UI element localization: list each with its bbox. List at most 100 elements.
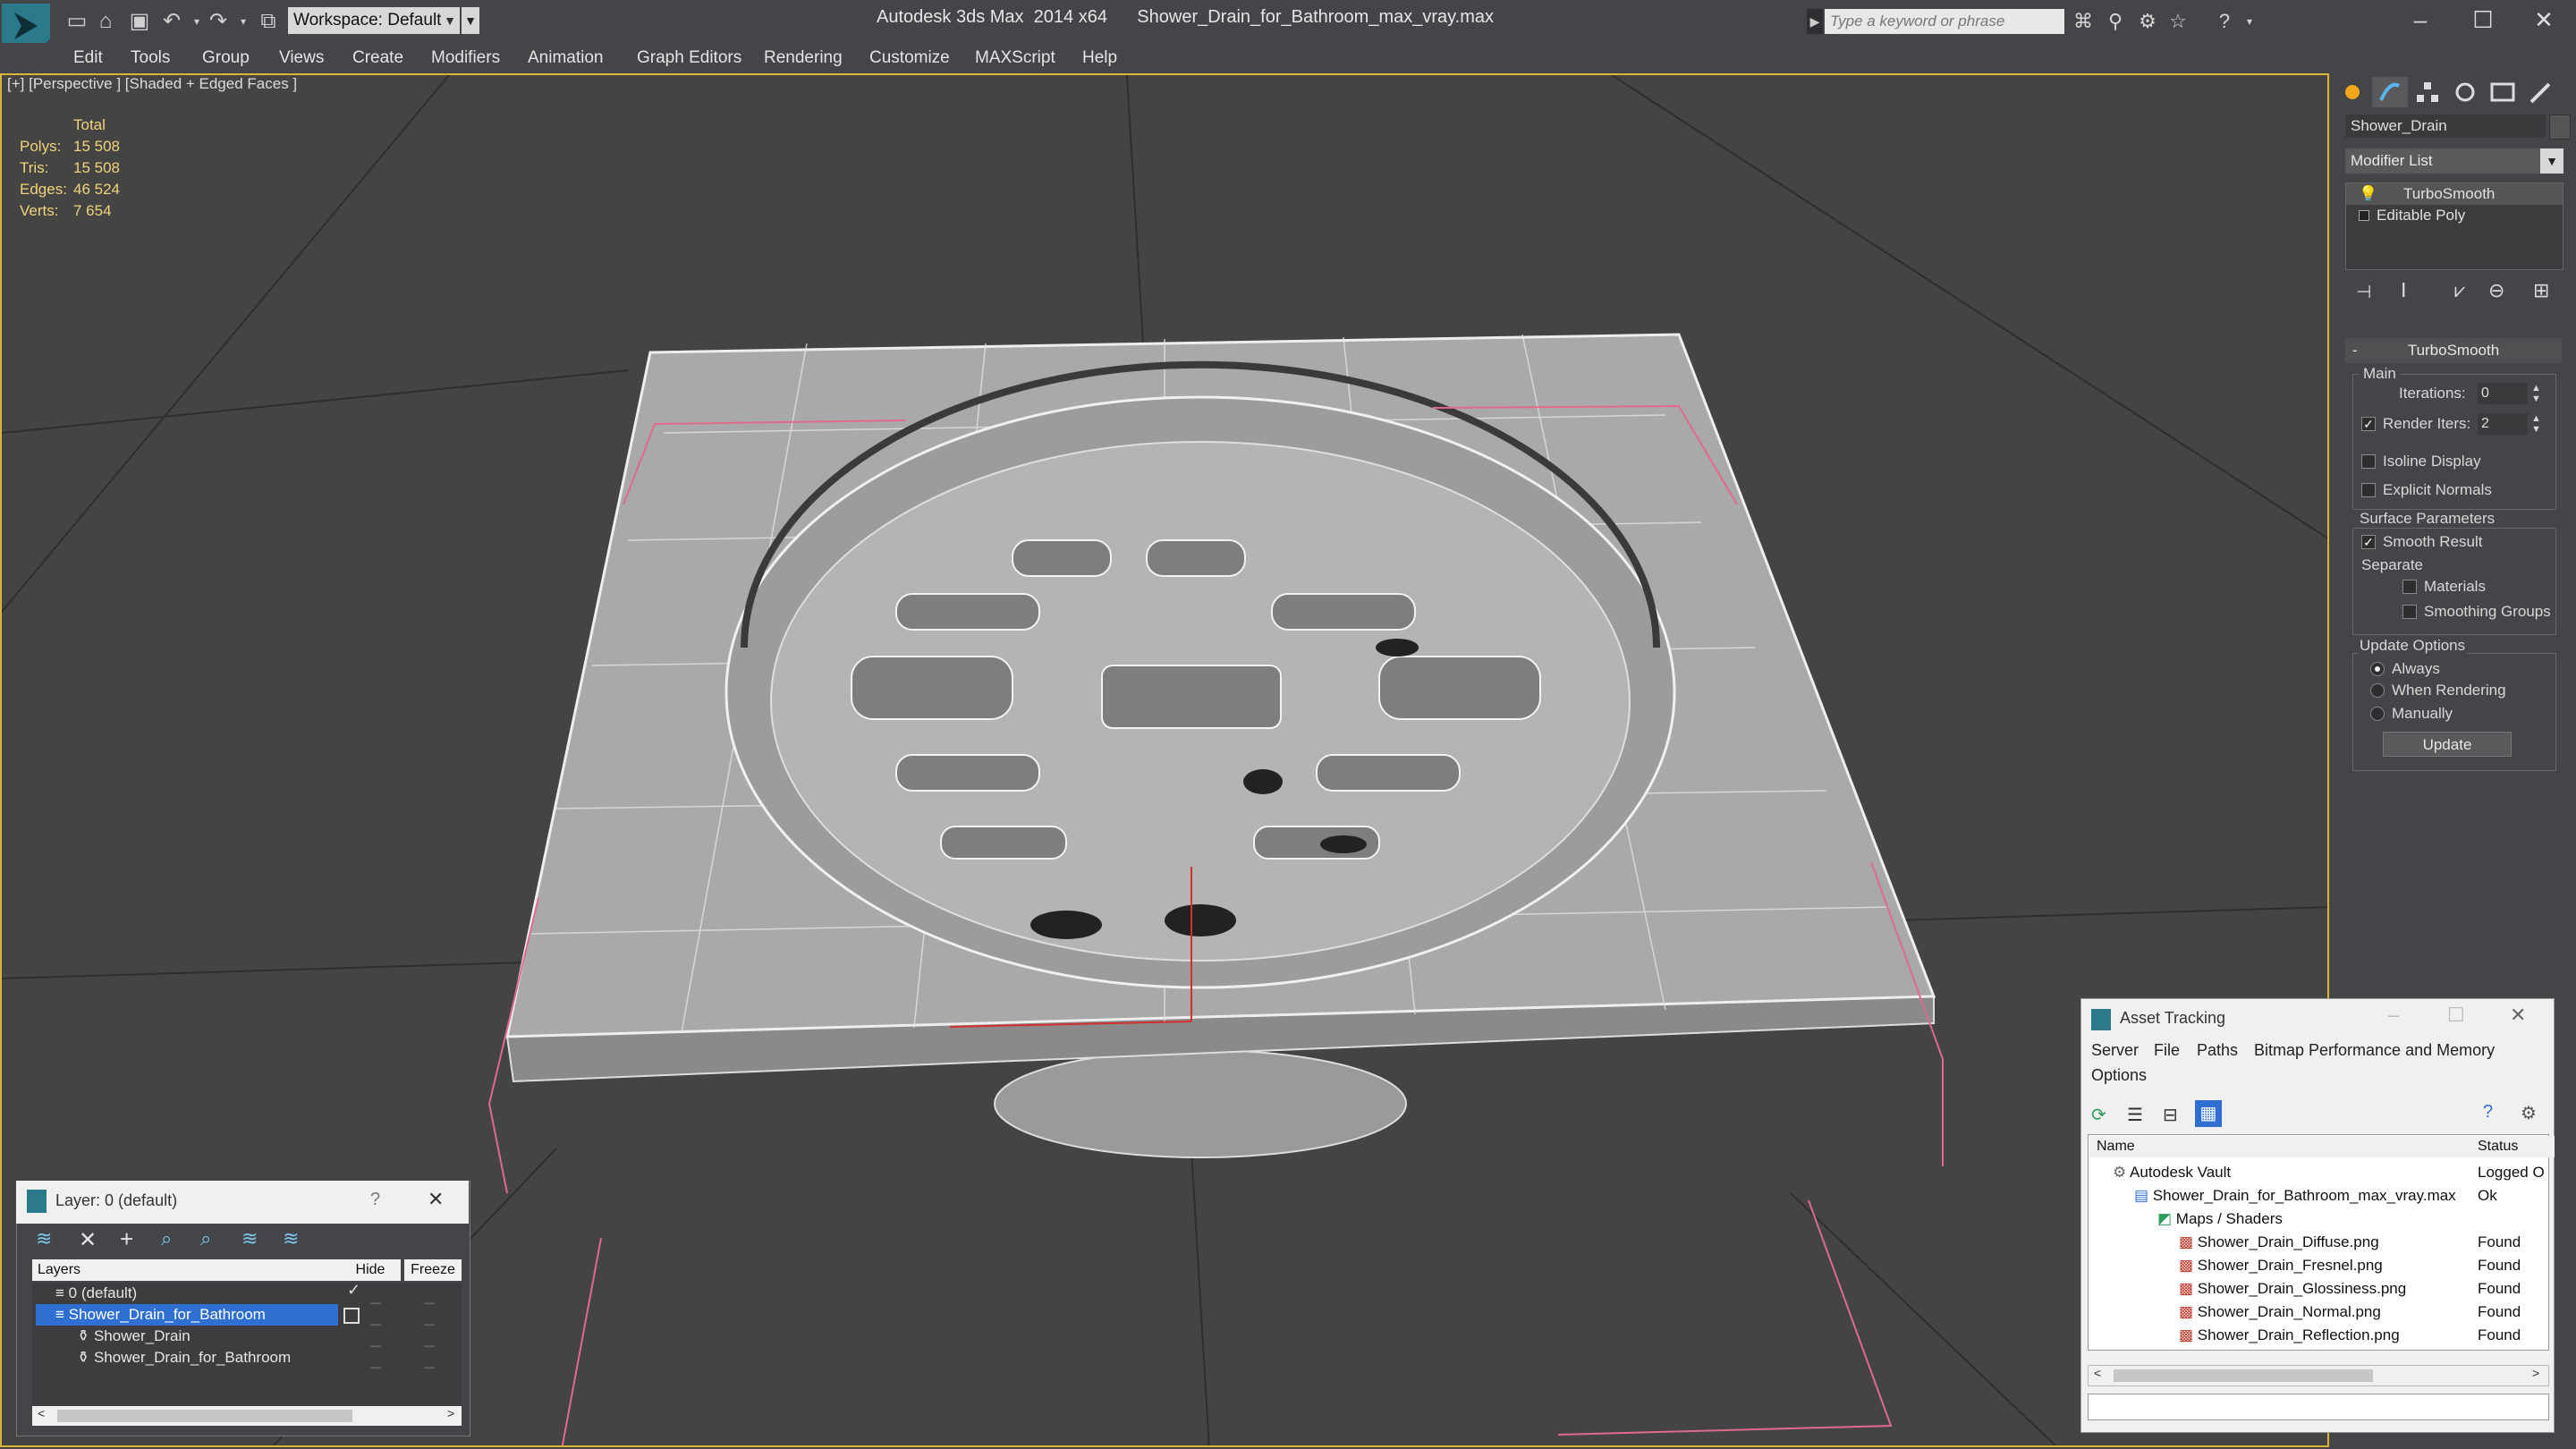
subscription-icon[interactable]: ⚲ [2102,9,2129,34]
table-row[interactable]: ▩ Shower_Drain_Reflection.png [2179,1324,2400,1347]
always-radio[interactable] [2370,662,2385,676]
viewport-label[interactable]: [+] [Perspective ] [Shaded + Edged Faces… [7,75,297,93]
delete-layer-icon[interactable]: ✕ [79,1227,97,1253]
display-tab-icon[interactable] [2485,77,2521,107]
project-folder-icon[interactable]: ⧉ [256,9,281,34]
list-item[interactable]: ⚱ Shower_Drain_for_Bathroom [77,1347,345,1368]
lightbulb-icon[interactable]: 💡 [2359,183,2377,205]
smoothing-groups-checkbox[interactable] [2402,605,2417,619]
remove-modifier-icon[interactable]: ⊖ [2488,279,2504,302]
open-file-icon[interactable]: ⌂ [93,9,118,34]
asset-menu-file[interactable]: File [2154,1041,2180,1060]
minimize-icon[interactable]: – [2394,4,2447,36]
stack-item-editable-poly[interactable]: Editable Poly [2346,205,2563,226]
asset-menu-options[interactable]: Options [2091,1066,2147,1085]
hide-all-layers-icon[interactable]: ≋ [242,1227,258,1250]
collapse-icon[interactable]: - [2352,338,2358,363]
asset-menu-paths[interactable]: Paths [2197,1041,2238,1060]
binoculars-icon[interactable]: ⌘ [2070,9,2097,34]
undo-icon[interactable]: ↶ [159,9,184,34]
search-expand-icon[interactable]: ▶ [1807,9,1823,34]
favorites-star-icon[interactable]: ☆ [2165,9,2191,34]
help-icon[interactable]: ? [2483,1102,2493,1123]
render-iters-checkbox[interactable]: ✓ [2361,417,2376,431]
object-name-input[interactable]: Shower_Drain [2345,114,2546,138]
close-icon[interactable]: ✕ [2517,4,2571,36]
menu-views[interactable]: Views [279,43,324,73]
materials-checkbox[interactable] [2402,580,2417,594]
highlight-layer-icon[interactable]: ⌕ [200,1227,211,1250]
table-row[interactable]: ▩ Shower_Drain_Normal.png [2179,1301,2381,1324]
scrollbar-thumb[interactable] [2114,1369,2373,1382]
scroll-right-icon[interactable]: > [2532,1366,2539,1380]
menu-create[interactable]: Create [352,43,403,73]
col-hide[interactable]: Hide [340,1259,401,1281]
hierarchy-tab-icon[interactable] [2410,77,2445,107]
help-dropdown-icon[interactable]: ▾ [2236,9,2263,34]
isoline-display-checkbox[interactable] [2361,454,2376,469]
freeze-all-layers-icon[interactable]: ≋ [283,1227,299,1250]
close-icon[interactable]: ✕ [428,1188,444,1211]
redo-icon[interactable]: ↷ [206,9,231,34]
communication-icon[interactable]: ⚙ [2134,9,2161,34]
asset-menu-bitmap[interactable]: Bitmap Performance and Memory [2254,1041,2495,1060]
select-objects-icon[interactable]: ⌕ [161,1227,172,1250]
motion-tab-icon[interactable] [2447,77,2483,107]
menu-help[interactable]: Help [1082,43,1117,73]
freeze-toggles[interactable]: — — — — [424,1292,442,1373]
turbosmooth-rollout-title[interactable]: - TurboSmooth [2345,338,2562,363]
table-row[interactable]: ▤ Shower_Drain_for_Bathroom_max_vray.max [2134,1184,2456,1208]
table-view-icon[interactable]: ▦ [2195,1100,2222,1127]
menu-edit[interactable]: Edit [73,43,103,73]
utilities-tab-icon[interactable] [2522,77,2558,107]
menu-rendering[interactable]: Rendering [764,43,843,73]
manually-radio[interactable] [2370,707,2385,721]
menu-customize[interactable]: Customize [869,43,950,73]
list-item[interactable]: ⚱ Shower_Drain [77,1326,345,1347]
menu-modifiers[interactable]: Modifiers [431,43,500,73]
show-end-result-icon[interactable]: Ⅰ [2401,279,2407,302]
col-name[interactable]: Name [2089,1136,2477,1157]
explicit-normals-checkbox[interactable] [2361,483,2376,497]
table-row[interactable]: ◩ Maps / Shaders [2157,1208,2283,1231]
menu-animation[interactable]: Animation [528,43,604,73]
make-unique-icon[interactable]: ⩗ [2454,279,2465,302]
asset-hscrollbar[interactable]: < > [2088,1365,2549,1386]
scrollbar-thumb[interactable] [57,1410,352,1422]
col-layers[interactable]: Layers [32,1259,343,1281]
table-row[interactable]: ▩ Shower_Drain_Fresnel.png [2179,1254,2383,1277]
scroll-left-icon[interactable]: < [38,1406,45,1420]
table-row[interactable]: ▩ Shower_Drain_Glossiness.png [2179,1277,2406,1301]
pin-stack-icon[interactable]: ⊣ [2356,281,2371,303]
spinner-arrows-icon[interactable]: ▲ ▼ [2531,383,2541,404]
search-input[interactable]: Type a keyword or phrase [1825,9,2064,34]
refresh-icon[interactable]: ⟳ [2091,1104,2106,1126]
smooth-result-checkbox[interactable]: ✓ [2361,535,2376,549]
menu-maxscript[interactable]: MAXScript [975,43,1055,73]
spinner-arrows-icon[interactable]: ▲ ▼ [2531,413,2541,435]
list-item-selected[interactable]: ≡ Shower_Drain_for_Bathroom [36,1304,338,1326]
stack-item-turbosmooth[interactable]: 💡 TurboSmooth [2346,183,2563,205]
add-to-layer-icon[interactable]: + [120,1225,133,1253]
list-item[interactable]: ≡ 0 (default) [55,1283,449,1304]
maximize-icon[interactable]: ☐ [2456,4,2510,36]
scroll-left-icon[interactable]: < [2094,1366,2101,1380]
create-tab-icon[interactable] [2334,77,2370,107]
scroll-right-icon[interactable]: > [447,1406,454,1420]
layer-hscrollbar[interactable]: < > [32,1406,462,1426]
menu-graph-editors[interactable]: Graph Editors [637,43,741,73]
modify-tab-icon[interactable] [2372,77,2408,107]
workspace-dropdown[interactable]: Workspace: Default ▼ [288,7,460,34]
col-freeze[interactable]: Freeze [404,1259,462,1281]
list-view-icon[interactable]: ☰ [2127,1104,2143,1126]
modifier-list-dropdown[interactable]: Modifier List [2345,148,2560,174]
col-status[interactable]: Status [2470,1136,2555,1157]
expand-icon[interactable] [2359,210,2369,221]
layer-dialog-titlebar[interactable]: Layer: 0 (default) ? ✕ [16,1181,469,1224]
tree-view-icon[interactable]: ⊟ [2163,1104,2178,1126]
render-iters-spinner[interactable]: 2 [2478,413,2528,435]
redo-dropdown-icon[interactable]: ▾ [231,9,256,34]
save-icon[interactable]: ▣ [127,9,152,34]
chevron-down-icon[interactable]: ▼ [2540,148,2563,174]
configure-sets-icon[interactable]: ⊞ [2533,279,2549,302]
